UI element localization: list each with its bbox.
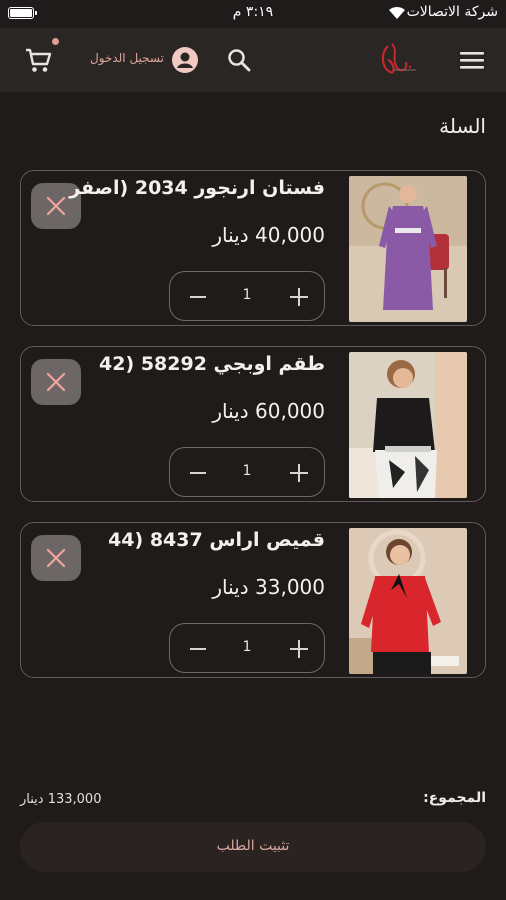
plus-icon[interactable] — [288, 462, 310, 484]
quantity-stepper: 1 — [169, 623, 325, 673]
quantity-stepper: 1 — [169, 447, 325, 497]
product-image[interactable] — [349, 528, 467, 674]
close-icon — [46, 196, 66, 216]
cart-item: قميص اراس 8437 (44 33,000 دينار 1 — [20, 522, 486, 678]
status-bar: ٣:١٩ م شركة الاتصالات — [0, 0, 506, 28]
cart-icon[interactable] — [22, 44, 54, 76]
total-label: المجموع: — [423, 790, 486, 806]
item-price: 33,000 دينار — [212, 575, 325, 599]
logo[interactable] — [376, 40, 422, 80]
item-name: فستان ارنجور 2034 (اصفر — [69, 177, 325, 199]
product-image[interactable] — [349, 352, 467, 498]
checkout-label: تثبيت الطلب — [216, 838, 290, 854]
app-bar: تسجيل الدخول — [0, 28, 506, 92]
user-icon[interactable] — [171, 46, 199, 74]
quantity-stepper: 1 — [169, 271, 325, 321]
total-value: 133,000 دينار — [20, 792, 102, 807]
close-icon — [46, 548, 66, 568]
checkout-button[interactable]: تثبيت الطلب — [20, 822, 486, 872]
product-image[interactable] — [349, 176, 467, 322]
carrier-name: شركة الاتصالات — [406, 4, 498, 20]
remove-item-button[interactable] — [31, 535, 81, 581]
search-icon[interactable] — [226, 47, 252, 73]
cart-item: فستان ارنجور 2034 (اصفر 40,000 دينار 1 — [20, 170, 486, 326]
plus-icon[interactable] — [288, 286, 310, 308]
plus-icon[interactable] — [288, 638, 310, 660]
close-icon — [46, 372, 66, 392]
item-name: قميص اراس 8437 (44 — [108, 529, 325, 551]
item-price: 40,000 دينار — [212, 223, 325, 247]
menu-icon[interactable] — [458, 48, 486, 72]
wifi-icon — [389, 6, 405, 19]
login-link[interactable]: تسجيل الدخول — [90, 51, 164, 65]
item-price: 60,000 دينار — [212, 399, 325, 423]
cart-item: طقم اوبجي 58292 (42 60,000 دينار 1 — [20, 346, 486, 502]
cart-badge — [52, 38, 59, 45]
item-name: طقم اوبجي 58292 (42 — [99, 353, 325, 375]
page-title: السلة — [439, 114, 486, 138]
remove-item-button[interactable] — [31, 359, 81, 405]
